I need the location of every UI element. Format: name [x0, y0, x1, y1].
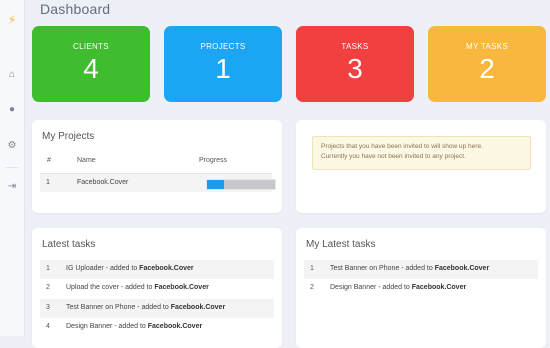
page-title: Dashboard: [40, 1, 111, 17]
stat-value: 3: [347, 53, 363, 84]
task-project[interactable]: Facebook.Cover: [435, 265, 489, 272]
tasks-stat-card[interactable]: TASKS 3: [296, 26, 414, 102]
stat-value: 2: [479, 53, 495, 84]
stat-value: 4: [83, 53, 99, 84]
task-number: 2: [46, 284, 50, 291]
sign-in-icon[interactable]: ⇥: [0, 181, 24, 193]
user-icon[interactable]: ●: [0, 104, 24, 116]
task-project[interactable]: Facebook.Cover: [139, 265, 193, 272]
list-item[interactable]: 1 Test Banner on Phone - added to Facebo…: [304, 260, 538, 279]
added-to-text: - added to: [112, 323, 148, 330]
gear-icon[interactable]: ⚙: [0, 140, 24, 152]
stat-label: TASKS: [341, 42, 369, 51]
stat-label: MY TASKS: [466, 42, 508, 51]
task-name: IG Uploader: [66, 265, 104, 272]
added-to-text: - added to: [399, 265, 435, 272]
project-progress-bar: [206, 179, 276, 190]
list-item[interactable]: 3 Test Banner on Phone - added to Facebo…: [40, 299, 274, 318]
projects-stat-card[interactable]: PROJECTS 1: [164, 26, 282, 102]
task-number: 1: [46, 265, 50, 272]
added-to-text: - added to: [376, 284, 412, 291]
task-number: 4: [46, 323, 50, 330]
list-item[interactable]: 2 Design Banner - added to Facebook.Cove…: [304, 279, 538, 298]
stat-label: CLIENTS: [73, 42, 109, 51]
list-item[interactable]: 2 Upload the cover - added to Facebook.C…: [40, 279, 274, 298]
task-number: 2: [310, 284, 314, 291]
my-latest-tasks-card: My Latest tasks 1 Test Banner on Phone -…: [296, 228, 546, 348]
invite-notice-alert: Projects that you have been invited to w…: [312, 136, 531, 170]
task-name: Test Banner on Phone: [330, 265, 400, 272]
table-row[interactable]: 1 Facebook.Cover: [40, 173, 276, 192]
card-title: My Latest tasks: [306, 239, 376, 250]
stat-value: 1: [215, 53, 231, 84]
invite-notice-line: Currently you have not been invited to a…: [321, 153, 466, 160]
column-header-progress: Progress: [199, 157, 228, 164]
progress-fill: [207, 180, 224, 189]
invite-notice-line: Projects that you have been invited to w…: [321, 143, 483, 150]
clients-stat-card[interactable]: CLIENTS 4: [32, 26, 150, 102]
task-name: Design Banner: [66, 323, 113, 330]
task-name: Upload the cover: [66, 284, 119, 291]
task-name: Design Banner: [330, 284, 377, 291]
row-number: 1: [46, 179, 50, 186]
sidebar: ⚡ ⌂ ● ⚙ ⇥: [0, 0, 25, 336]
list-item[interactable]: 1 IG Uploader - added to Facebook.Cover: [40, 260, 274, 279]
task-project[interactable]: Facebook.Cover: [154, 284, 208, 291]
project-name: Facebook.Cover: [77, 179, 129, 186]
my-projects-card: My Projects # Name Progress 1 Facebook.C…: [32, 120, 282, 213]
task-number: 1: [310, 265, 314, 272]
my-tasks-stat-card[interactable]: MY TASKS 2: [428, 26, 546, 102]
card-title: My Projects: [42, 131, 95, 142]
task-project[interactable]: Facebook.Cover: [148, 323, 202, 330]
stat-label: PROJECTS: [200, 42, 246, 51]
task-project[interactable]: Facebook.Cover: [412, 284, 466, 291]
task-project[interactable]: Facebook.Cover: [171, 304, 225, 311]
list-item[interactable]: 4 Design Banner - added to Facebook.Cove…: [40, 318, 274, 337]
added-to-text: - added to: [118, 284, 155, 291]
latest-tasks-card: Latest tasks 1 IG Uploader - added to Fa…: [32, 228, 282, 348]
card-title: Latest tasks: [42, 239, 96, 250]
home-icon[interactable]: ⌂: [0, 69, 24, 81]
sidebar-divider: [5, 167, 19, 168]
column-header-name: Name: [77, 157, 96, 164]
added-to-text: - added to: [135, 304, 171, 311]
added-to-text: - added to: [103, 265, 140, 272]
column-header-number: #: [47, 157, 51, 164]
task-name: Test Banner on Phone: [66, 304, 136, 311]
bolt-icon[interactable]: ⚡: [0, 14, 24, 26]
invited-projects-card: Projects that you have been invited to w…: [296, 120, 546, 213]
task-number: 3: [46, 304, 50, 311]
